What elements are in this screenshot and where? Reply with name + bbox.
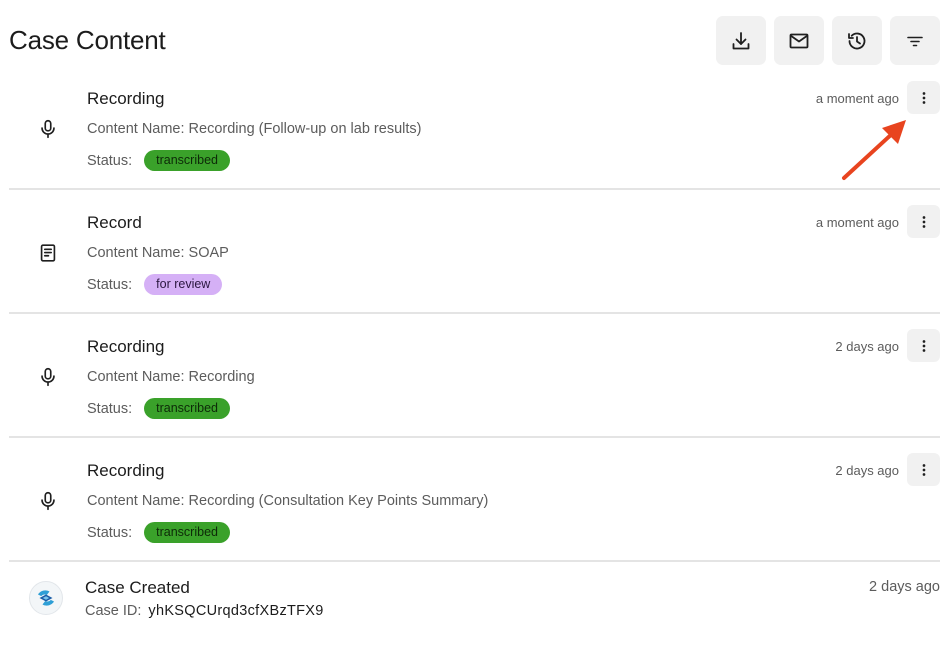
case-created-item: Case Created Case ID: yhKSQCUrqd3cfXBzTF… bbox=[9, 565, 940, 635]
item-content-name: Content Name: SOAP bbox=[87, 245, 229, 261]
more-vertical-icon bbox=[922, 339, 925, 352]
more-vertical-icon bbox=[922, 91, 925, 104]
history-button[interactable] bbox=[832, 16, 882, 65]
case-id-row: Case ID: yhKSQCUrqd3cfXBzTFX9 bbox=[85, 603, 324, 619]
case-created-timestamp: 2 days ago bbox=[869, 579, 940, 595]
more-options-button[interactable] bbox=[907, 205, 940, 238]
more-vertical-icon bbox=[922, 463, 925, 476]
item-title: Recording bbox=[87, 89, 165, 108]
more-options-button[interactable] bbox=[907, 81, 940, 114]
status-badge: transcribed bbox=[144, 522, 230, 543]
status-label: Status: bbox=[87, 152, 133, 169]
list-item[interactable]: Recording Content Name: Recording (Consu… bbox=[9, 438, 940, 562]
mail-icon bbox=[789, 33, 809, 48]
item-status-row: Status: transcribed bbox=[87, 150, 230, 171]
more-options-button[interactable] bbox=[907, 329, 940, 362]
list-item[interactable]: Record Content Name: SOAP Status: for re… bbox=[9, 190, 940, 314]
microphone-icon bbox=[37, 366, 59, 388]
download-icon bbox=[732, 31, 750, 49]
toolbar bbox=[716, 16, 940, 65]
microphone-icon bbox=[37, 490, 59, 512]
status-badge: for review bbox=[144, 274, 223, 295]
case-created-title: Case Created bbox=[85, 578, 190, 597]
microphone-icon bbox=[37, 118, 59, 140]
status-badge: transcribed bbox=[144, 398, 230, 419]
email-button[interactable] bbox=[774, 16, 824, 65]
list-item[interactable]: Recording Content Name: Recording Status… bbox=[9, 314, 940, 438]
more-vertical-icon bbox=[922, 215, 925, 228]
case-id-value: yhKSQCUrqd3cfXBzTFX9 bbox=[148, 603, 324, 619]
document-icon bbox=[37, 242, 59, 264]
item-status-row: Status: transcribed bbox=[87, 398, 230, 419]
item-title: Recording bbox=[87, 461, 165, 480]
item-title: Recording bbox=[87, 337, 165, 356]
status-label: Status: bbox=[87, 400, 133, 417]
list-item[interactable]: Recording Content Name: Recording (Follo… bbox=[9, 78, 940, 190]
item-timestamp: 2 days ago bbox=[835, 339, 899, 354]
item-timestamp: 2 days ago bbox=[835, 463, 899, 478]
more-options-button[interactable] bbox=[907, 453, 940, 486]
header: Case Content bbox=[0, 0, 946, 82]
item-content-name: Content Name: Recording (Consultation Ke… bbox=[87, 493, 489, 509]
download-button[interactable] bbox=[716, 16, 766, 65]
status-badge: transcribed bbox=[144, 150, 230, 171]
case-content-list: Recording Content Name: Recording (Follo… bbox=[9, 78, 940, 562]
status-label: Status: bbox=[87, 524, 133, 541]
filter-button[interactable] bbox=[890, 16, 940, 65]
item-timestamp: a moment ago bbox=[815, 215, 899, 230]
item-timestamp: a moment ago bbox=[815, 91, 899, 106]
item-status-row: Status: for review bbox=[87, 274, 223, 295]
item-content-name: Content Name: Recording bbox=[87, 369, 255, 385]
app-logo bbox=[29, 581, 63, 615]
item-status-row: Status: transcribed bbox=[87, 522, 230, 543]
history-icon bbox=[848, 32, 866, 49]
case-id-label: Case ID: bbox=[85, 603, 142, 619]
status-label: Status: bbox=[87, 276, 133, 293]
filter-icon bbox=[907, 36, 923, 46]
item-title: Record bbox=[87, 213, 142, 232]
page-title: Case Content bbox=[9, 25, 166, 55]
item-content-name: Content Name: Recording (Follow-up on la… bbox=[87, 121, 422, 137]
